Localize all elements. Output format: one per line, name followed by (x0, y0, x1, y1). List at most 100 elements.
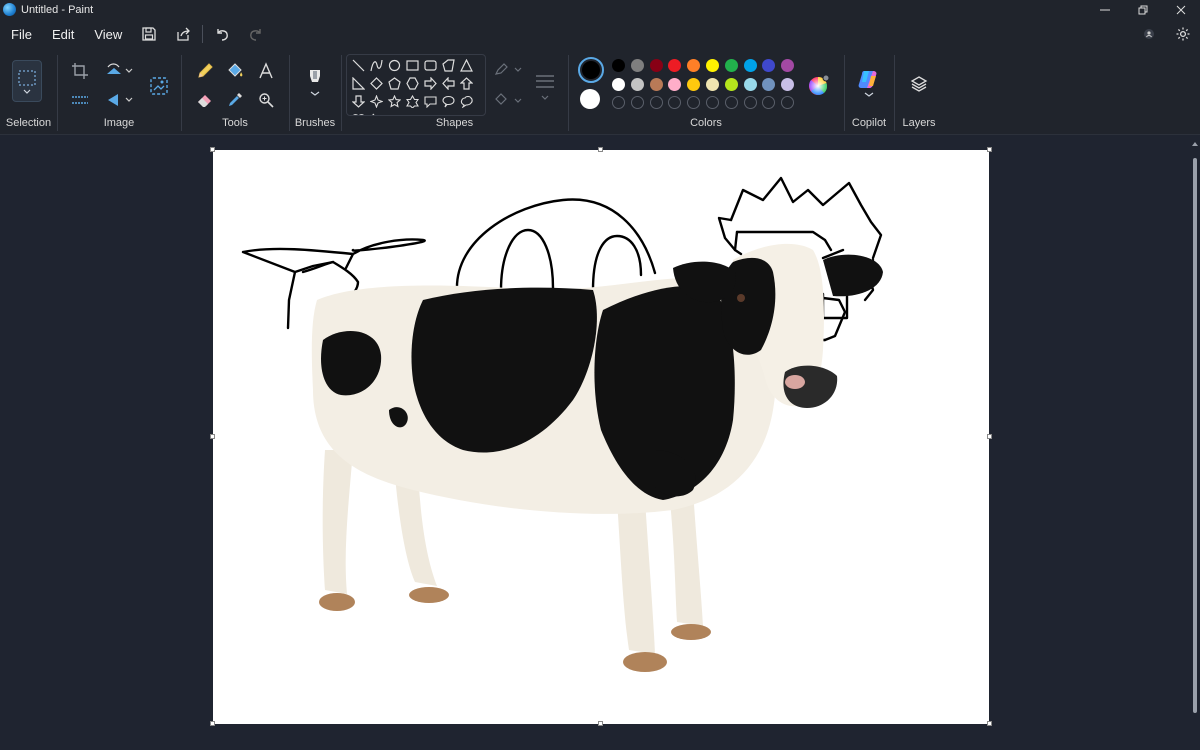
custom-color-slot[interactable] (612, 96, 625, 109)
line-shape[interactable] (350, 57, 367, 74)
crop-button[interactable] (70, 61, 90, 81)
scroll-thumb[interactable] (1193, 158, 1197, 713)
right-arrow-shape[interactable] (422, 75, 439, 92)
left-arrow-shape[interactable] (440, 75, 457, 92)
triangle-shape[interactable] (458, 57, 475, 74)
brushes-button[interactable] (304, 65, 326, 101)
custom-color-slot[interactable] (724, 96, 738, 109)
polygon-shape[interactable] (440, 57, 457, 74)
palette-swatch[interactable] (706, 59, 719, 72)
image-generator-button[interactable] (146, 73, 172, 99)
palette-swatch[interactable] (724, 59, 738, 72)
color-picker-tool[interactable] (224, 89, 246, 111)
edit-colors-button[interactable] (807, 73, 831, 97)
restore-button[interactable] (1124, 0, 1162, 19)
palette-swatch[interactable] (781, 78, 795, 91)
shape-outline-button[interactable] (490, 59, 526, 79)
down-arrow-shape[interactable] (350, 93, 367, 110)
custom-color-slot[interactable] (743, 96, 757, 109)
up-arrow-shape[interactable] (458, 75, 475, 92)
save-button[interactable] (132, 19, 166, 49)
resize-handle-left[interactable] (210, 434, 215, 439)
oval-shape[interactable] (386, 57, 403, 74)
palette-swatch[interactable] (724, 78, 738, 91)
lightning-shape[interactable] (368, 111, 385, 115)
rounded-rectangle-shape[interactable] (422, 57, 439, 74)
custom-color-slot[interactable] (649, 96, 663, 109)
heart-shape[interactable] (350, 111, 367, 115)
custom-color-slot[interactable] (706, 96, 719, 109)
resize-button[interactable] (70, 90, 90, 110)
copilot-button[interactable] (857, 67, 881, 101)
flip-button[interactable] (102, 90, 136, 110)
resize-handle-top[interactable] (598, 147, 603, 152)
menu-file[interactable]: File (1, 19, 42, 49)
resize-handle-bottom[interactable] (598, 721, 603, 726)
minimize-button[interactable] (1086, 0, 1124, 19)
palette-swatch[interactable] (612, 59, 625, 72)
palette-swatch[interactable] (649, 78, 663, 91)
fill-tool[interactable] (224, 60, 246, 82)
palette-swatch[interactable] (762, 78, 776, 91)
palette-swatch[interactable] (612, 78, 625, 91)
custom-color-slot[interactable] (630, 96, 644, 109)
shape-fill-button[interactable] (490, 90, 526, 110)
eraser-tool[interactable] (194, 89, 216, 111)
palette-swatch[interactable] (687, 78, 701, 91)
rotate-button[interactable] (102, 61, 136, 81)
six-point-star-shape[interactable] (404, 93, 421, 110)
menu-view[interactable]: View (84, 19, 132, 49)
resize-handle-bottom-left[interactable] (210, 721, 215, 726)
secondary-color[interactable] (580, 89, 600, 109)
callout-oval-shape[interactable] (440, 93, 457, 110)
scroll-up-icon[interactable] (1191, 140, 1199, 148)
custom-color-slot[interactable] (687, 96, 701, 109)
custom-color-slot[interactable] (762, 96, 776, 109)
curve-shape[interactable] (368, 57, 385, 74)
callout-oval-icon (442, 95, 455, 108)
palette-swatch[interactable] (687, 59, 701, 72)
callout-rect-shape[interactable] (422, 93, 439, 110)
palette-swatch[interactable] (630, 78, 644, 91)
settings-button[interactable] (1166, 19, 1200, 49)
diamond-shape[interactable] (368, 75, 385, 92)
right-triangle-shape[interactable] (350, 75, 367, 92)
palette-swatch[interactable] (706, 78, 719, 91)
callout-cloud-shape[interactable] (458, 93, 475, 110)
selection-button[interactable] (12, 60, 42, 102)
custom-color-slot[interactable] (668, 96, 682, 109)
four-point-star-shape[interactable] (368, 93, 385, 110)
layers-button[interactable] (908, 73, 930, 95)
magnifier-tool[interactable] (255, 89, 277, 111)
pentagon-shape[interactable] (386, 75, 403, 92)
stroke-size-button[interactable] (532, 67, 558, 107)
palette-swatch[interactable] (649, 59, 663, 72)
resize-handle-right[interactable] (987, 434, 992, 439)
close-button[interactable] (1162, 0, 1200, 19)
drawing-canvas[interactable] (213, 150, 989, 724)
custom-color-slot[interactable] (781, 96, 795, 109)
pencil-tool[interactable] (194, 60, 216, 82)
hexagon-shape[interactable] (404, 75, 421, 92)
undo-button[interactable] (205, 19, 239, 49)
vertical-scrollbar[interactable] (1192, 140, 1198, 745)
redo-button[interactable] (239, 19, 273, 49)
rectangle-shape[interactable] (404, 57, 421, 74)
palette-swatch[interactable] (668, 59, 682, 72)
account-button[interactable] (1132, 19, 1166, 49)
palette-swatch[interactable] (668, 78, 682, 91)
menu-edit[interactable]: Edit (42, 19, 84, 49)
share-button[interactable] (166, 19, 200, 49)
five-point-star-shape[interactable] (386, 93, 403, 110)
palette-swatch[interactable] (743, 59, 757, 72)
palette-swatch[interactable] (743, 78, 757, 91)
rounded-rectangle-icon (424, 60, 437, 71)
palette-swatch[interactable] (781, 59, 795, 72)
resize-handle-top-left[interactable] (210, 147, 215, 152)
palette-swatch[interactable] (630, 59, 644, 72)
resize-handle-bottom-right[interactable] (987, 721, 992, 726)
text-tool[interactable] (255, 60, 277, 82)
resize-handle-top-right[interactable] (987, 147, 992, 152)
palette-swatch[interactable] (762, 59, 776, 72)
primary-color-ring[interactable] (578, 57, 604, 83)
